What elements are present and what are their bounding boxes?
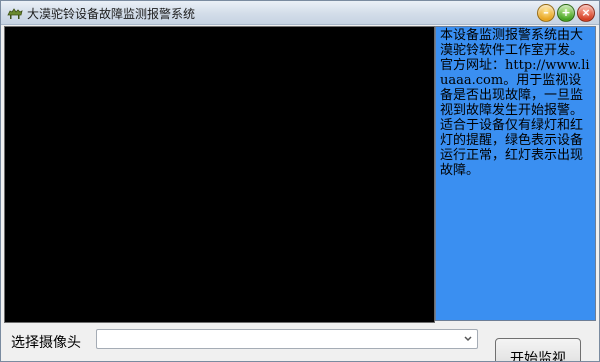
chevron-down-icon[interactable]	[461, 332, 475, 346]
close-icon: ×	[581, 6, 591, 19]
camera-select-label: 选择摄像头	[11, 335, 81, 351]
info-panel: 本设备监测报警系统由大漠驼铃软件工作室开发。官方网址：http://www.li…	[435, 26, 596, 321]
app-window: 大漠驼铃设备故障监测报警系统 – + × 本设备监测报警系统由大漠驼铃软件工作室…	[0, 0, 600, 362]
start-monitor-button[interactable]: 开始监视	[495, 338, 581, 361]
camera-preview	[4, 26, 435, 323]
minimize-button[interactable]: –	[537, 4, 555, 22]
camera-select[interactable]	[96, 329, 478, 349]
title-bar[interactable]: 大漠驼铃设备故障监测报警系统 – + ×	[1, 1, 599, 25]
maximize-button[interactable]: +	[557, 4, 575, 22]
minimize-icon: –	[543, 6, 549, 19]
window-title: 大漠驼铃设备故障监测报警系统	[27, 7, 196, 21]
maximize-icon: +	[561, 6, 571, 19]
info-text: 本设备监测报警系统由大漠驼铃软件工作室开发。官方网址：http://www.li…	[440, 28, 590, 178]
close-button[interactable]: ×	[577, 4, 595, 22]
app-camel-icon	[7, 8, 23, 19]
